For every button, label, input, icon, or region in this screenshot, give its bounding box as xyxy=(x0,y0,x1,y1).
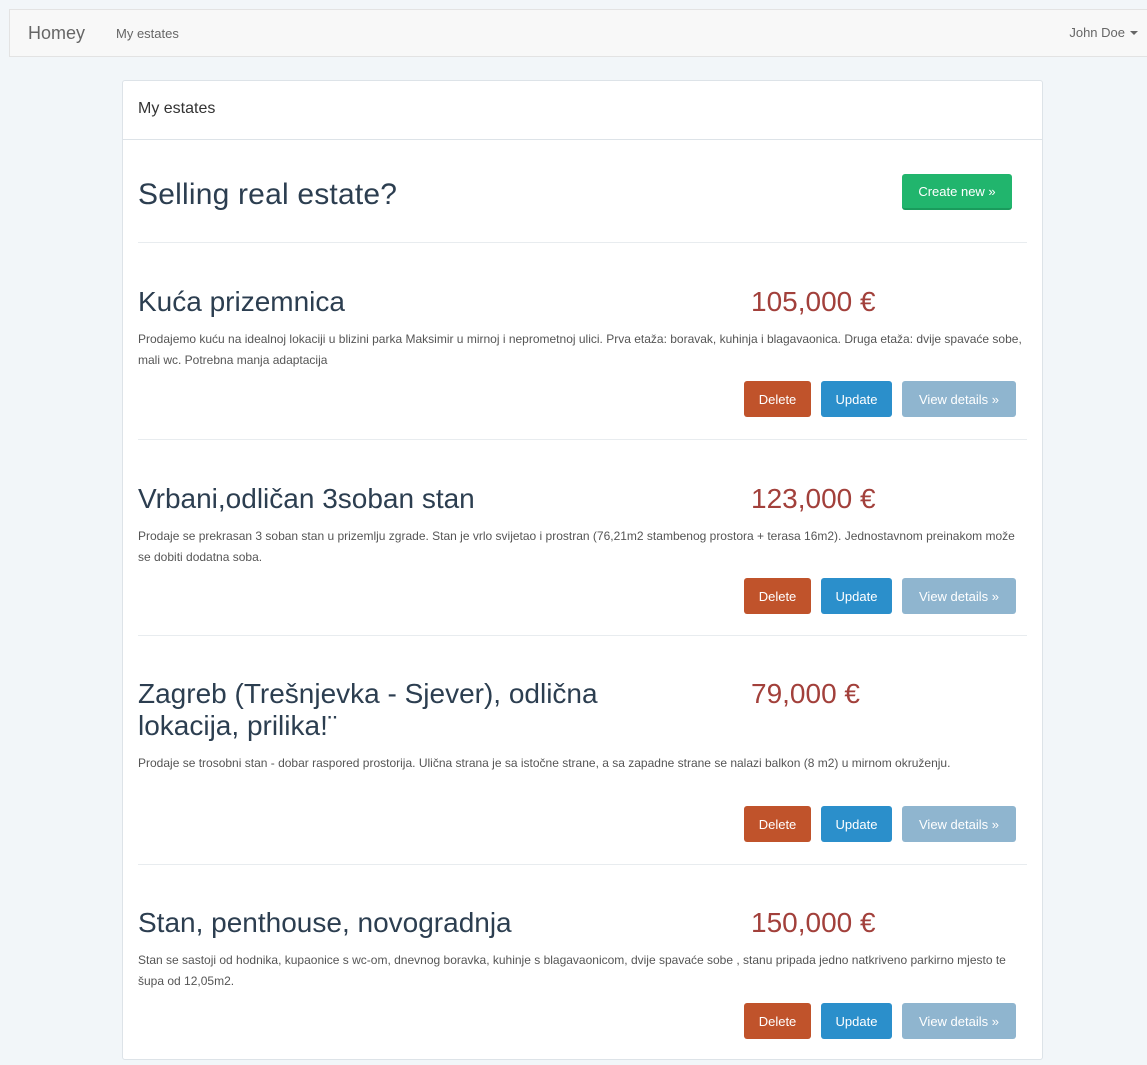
brand-link[interactable]: Homey xyxy=(28,23,85,44)
estate-title: Zagreb (Trešnjevka - Sjever), odlična lo… xyxy=(138,678,598,741)
estate-description: Prodaje se prekrasan 3 soban stan u priz… xyxy=(138,529,1015,564)
user-menu[interactable]: John Doe xyxy=(1069,25,1138,40)
estate-title: Vrbani,odličan 3soban stan xyxy=(138,483,475,514)
navbar: Homey My estates John Doe xyxy=(9,9,1147,57)
view-details-button[interactable]: View details » xyxy=(902,1003,1016,1039)
panel-heading: My estates xyxy=(123,81,1042,140)
delete-button[interactable]: Delete xyxy=(744,1003,811,1039)
view-details-button[interactable]: View details » xyxy=(902,578,1016,614)
update-button[interactable]: Update xyxy=(821,1003,892,1039)
estate-actions: Delete Update View details » xyxy=(744,806,1016,842)
update-button[interactable]: Update xyxy=(821,578,892,614)
hero-section: Selling real estate? Create new » xyxy=(138,140,1027,243)
caret-down-icon xyxy=(1130,30,1138,35)
delete-button[interactable]: Delete xyxy=(744,578,811,614)
nav-link-my-estates[interactable]: My estates xyxy=(116,26,179,41)
estate-description: Stan se sastoji od hodnika, kupaonice s … xyxy=(138,953,1006,988)
panel-body: Selling real estate? Create new » Kuća p… xyxy=(123,140,1042,1065)
estate-title: Kuća prizemnica xyxy=(138,286,345,317)
view-details-button[interactable]: View details » xyxy=(902,381,1016,417)
estates-panel: My estates Selling real estate? Create n… xyxy=(122,80,1043,1060)
estate-price: 79,000 € xyxy=(751,678,860,709)
estate-price: 105,000 € xyxy=(751,286,876,317)
user-name: John Doe xyxy=(1069,25,1125,40)
estate-description: Prodajemo kuću na idealnoj lokaciji u bl… xyxy=(138,332,1022,367)
view-details-button[interactable]: View details » xyxy=(902,806,1016,842)
estate-price: 150,000 € xyxy=(751,907,876,938)
estate-actions: Delete Update View details » xyxy=(744,381,1016,417)
estate-item: Vrbani,odličan 3soban stan 123,000 € Pro… xyxy=(138,440,1027,636)
create-new-button[interactable]: Create new » xyxy=(902,174,1012,210)
estate-actions: Delete Update View details » xyxy=(744,578,1016,614)
estate-item: Stan, penthouse, novogradnja 150,000 € S… xyxy=(138,865,1027,1065)
update-button[interactable]: Update xyxy=(821,381,892,417)
hero-title: Selling real estate? xyxy=(138,178,398,211)
estate-actions: Delete Update View details » xyxy=(744,1003,1016,1039)
delete-button[interactable]: Delete xyxy=(744,806,811,842)
estate-item: Kuća prizemnica 105,000 € Prodajemo kuću… xyxy=(138,243,1027,440)
estate-description: Prodaje se trosobni stan - dobar raspore… xyxy=(138,756,951,770)
estate-item: Zagreb (Trešnjevka - Sjever), odlična lo… xyxy=(138,636,1027,865)
delete-button[interactable]: Delete xyxy=(744,381,811,417)
estate-price: 123,000 € xyxy=(751,483,876,514)
update-button[interactable]: Update xyxy=(821,806,892,842)
estate-title: Stan, penthouse, novogradnja xyxy=(138,907,512,938)
